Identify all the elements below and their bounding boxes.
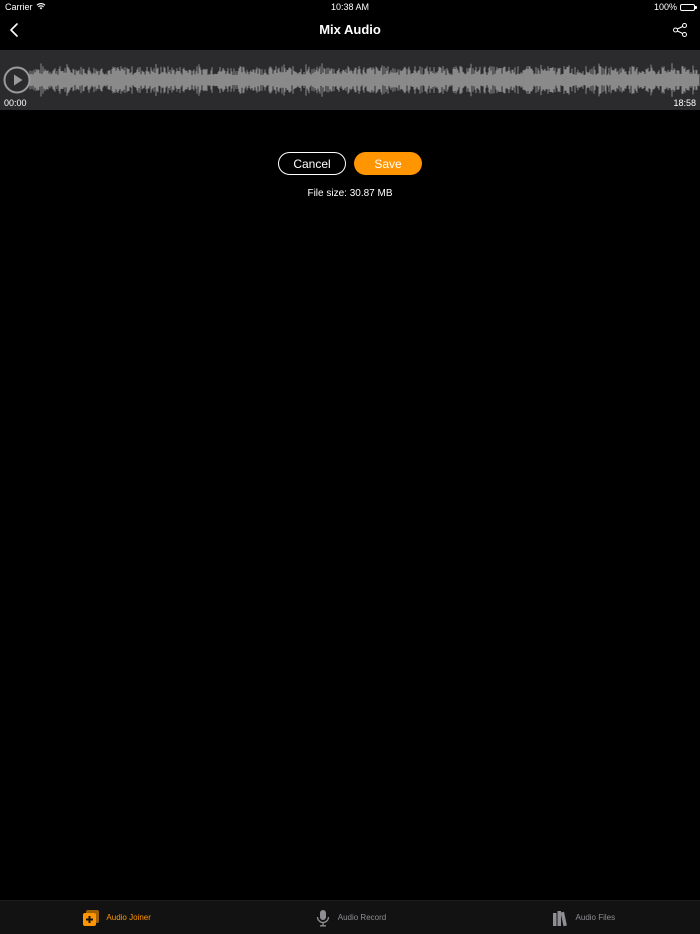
page-title: Mix Audio <box>319 22 381 37</box>
tab-audio-files[interactable]: Audio Files <box>467 901 700 934</box>
save-button[interactable]: Save <box>354 152 422 175</box>
status-bar: Carrier 10:38 AM 100% <box>0 0 700 14</box>
status-time: 10:38 AM <box>330 2 370 12</box>
audio-joiner-icon <box>82 909 100 927</box>
battery-percent: 100% <box>653 2 677 12</box>
tab-label: Audio Record <box>337 913 387 922</box>
waveform[interactable] <box>0 62 700 98</box>
nav-bar: Mix Audio <box>0 14 700 49</box>
share-icon <box>673 23 687 37</box>
waveform-panel: 00:00 18:58 <box>0 50 700 110</box>
tab-label: Audio Files <box>575 913 616 922</box>
file-size-label: File size: 30.87 MB <box>307 188 393 199</box>
start-time: 00:00 <box>4 98 27 108</box>
battery-group: 100% <box>653 2 697 12</box>
end-time: 18:58 <box>673 98 696 108</box>
tab-audio-record[interactable]: Audio Record <box>233 901 466 934</box>
cancel-button[interactable]: Cancel <box>278 152 346 175</box>
play-button[interactable] <box>3 66 31 94</box>
library-icon <box>552 909 570 927</box>
share-button[interactable] <box>670 20 690 40</box>
screen: Carrier 10:38 AM 100% Mix Audio 00:00 18… <box>0 0 700 934</box>
waveform-bars <box>29 63 700 97</box>
tab-bar: Audio Joiner Audio Record Audio Files <box>0 900 700 934</box>
action-buttons: Cancel Save <box>0 152 700 175</box>
microphone-icon <box>314 909 332 927</box>
battery-icon <box>680 3 697 11</box>
play-icon <box>3 66 31 94</box>
tab-label: Audio Joiner <box>106 913 151 922</box>
tab-audio-joiner[interactable]: Audio Joiner <box>0 901 233 934</box>
